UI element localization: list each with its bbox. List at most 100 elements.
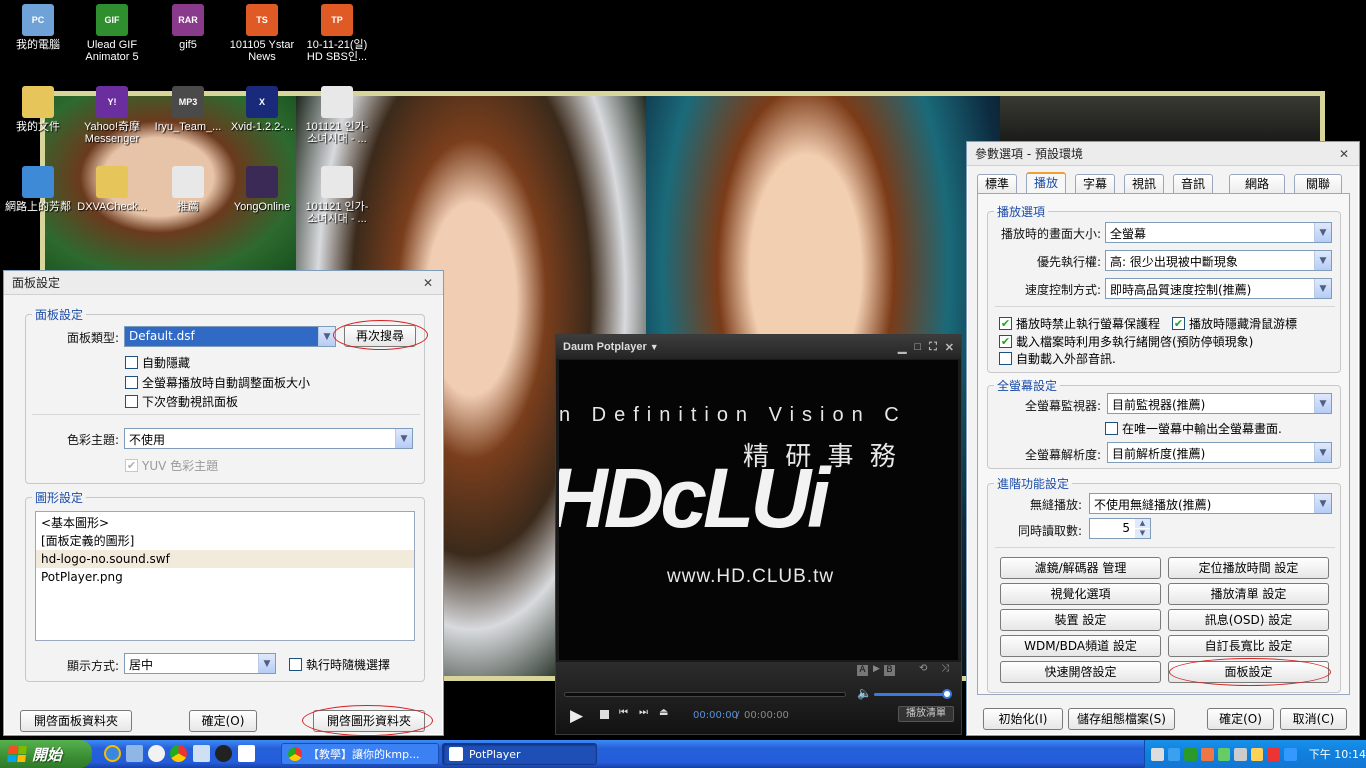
seamless-select[interactable]: 不使用無縫播放(推薦) ▼ (1089, 493, 1332, 514)
next-video-panel-checkbox[interactable]: 下次啓動視訊面板 (125, 393, 238, 410)
ab-repeat-b[interactable]: B (884, 665, 895, 676)
app-tray-icon[interactable] (1217, 747, 1231, 761)
priority-select[interactable]: 高: 很少出現被中斷現象 ▼ (1105, 250, 1332, 271)
playlist-button[interactable]: 播放清單 (898, 706, 954, 722)
network-icon[interactable] (1167, 747, 1181, 761)
open-graphics-folder-button[interactable]: 開啓圖形資料夾 (313, 710, 425, 732)
start-button[interactable]: 開始 (0, 740, 92, 768)
app-icon[interactable] (215, 745, 232, 762)
desktop-icon[interactable]: 101121 인가- 소녀시대 - ... (299, 166, 375, 225)
feature-button-2[interactable]: 視覺化選項 (1000, 583, 1161, 605)
h-icon[interactable] (1184, 747, 1197, 761)
close-icon[interactable]: ✕ (945, 341, 954, 354)
chevron-down-icon[interactable]: ▼ (258, 654, 275, 673)
tab-1[interactable]: 播放 (1026, 172, 1066, 194)
list-item[interactable]: [面板定義的圖形] (36, 532, 414, 550)
previous-icon[interactable]: ⏮ (619, 707, 628, 718)
feature-button-8[interactable]: 快速開啓設定 (1000, 661, 1161, 683)
chevron-down-icon[interactable]: ▼ (318, 327, 335, 346)
preferences-titlebar[interactable]: 參數選項 - 預設環境 ✕ (967, 142, 1359, 166)
desktop-icon[interactable]: TS 101105 Ystar News (224, 4, 300, 63)
repeat-icon[interactable]: ⟲ (919, 663, 927, 674)
desktop-icon[interactable]: DXVACheck... (74, 166, 150, 213)
hide-cursor-checkbox[interactable]: ✔ 播放時隱藏滑鼠游標 (1172, 315, 1297, 332)
research-button[interactable]: 再次搜尋 (344, 325, 416, 347)
desktop-icon[interactable]: 網路上的芳鄰 (0, 166, 76, 213)
tab-5[interactable]: 網路 (1229, 174, 1285, 194)
feature-button-7[interactable]: 自訂長寬比 設定 (1168, 635, 1329, 657)
list-item[interactable]: PotPlayer.png (36, 568, 414, 586)
feature-button-1[interactable]: 定位播放時間 設定 (1168, 557, 1329, 579)
tab-3[interactable]: 視訊 (1124, 174, 1164, 194)
app-tray-icon[interactable] (1234, 747, 1247, 761)
checkbox-box[interactable] (1105, 422, 1118, 435)
yuv-theme-checkbox[interactable]: ✔ YUV 色彩主題 (125, 457, 218, 474)
volume-icon[interactable]: 🔈 (857, 686, 872, 700)
desktop-icon[interactable]: RAR gif5 (150, 4, 226, 51)
checkbox-box[interactable] (125, 356, 138, 369)
close-icon[interactable]: ✕ (1337, 147, 1351, 161)
speed-control-select[interactable]: 即時高品質速度控制(推薦) ▼ (1105, 278, 1332, 299)
feature-button-5[interactable]: 訊息(OSD) 設定 (1168, 609, 1329, 631)
next-icon[interactable]: ⏭ (639, 707, 648, 718)
tab-4[interactable]: 音訊 (1173, 174, 1213, 194)
chevron-down-icon[interactable]: ▼ (1314, 279, 1331, 298)
desktop-icon[interactable]: X Xvid-1.2.2-... (224, 86, 300, 133)
checkbox-box[interactable] (125, 376, 138, 389)
potplayer-quicklaunch-icon[interactable] (238, 745, 255, 762)
spin-down-icon[interactable]: ▼ (1135, 529, 1150, 538)
desktop-icon[interactable]: YongOnline (224, 166, 300, 213)
desktop-icon[interactable]: 101121 인가- 소녀시대 - ... (299, 86, 375, 145)
spin-up-icon[interactable]: ▲ (1135, 519, 1150, 528)
chrome-icon[interactable] (170, 745, 187, 762)
checkbox-box[interactable] (999, 352, 1012, 365)
auto-hide-checkbox[interactable]: 自動隱藏 (125, 354, 190, 371)
tab-2[interactable]: 字幕 (1075, 174, 1115, 194)
display-mode-select[interactable]: 居中 ▼ (124, 653, 276, 674)
volume-knob[interactable] (942, 689, 952, 699)
seek-bar[interactable] (564, 692, 846, 697)
read-count-spinner[interactable]: 5 ▲ ▼ (1089, 518, 1151, 539)
fullscreen-icon[interactable]: ⛶ (929, 341, 937, 354)
maximize-icon[interactable]: □ (914, 341, 921, 354)
stop-icon[interactable] (600, 710, 609, 719)
tab-6[interactable]: 關聯 (1294, 174, 1342, 194)
cancel-button[interactable]: 取消(C) (1280, 708, 1347, 730)
play-icon[interactable]: ▶ (570, 706, 583, 726)
chevron-down-icon[interactable]: ▼ (1314, 251, 1331, 270)
chevron-down-icon[interactable]: ▼ (1314, 443, 1331, 462)
taskbar-task-potplayer[interactable]: PotPlayer (442, 743, 597, 765)
shuffle-icon[interactable]: ⤨ (941, 663, 949, 674)
chevron-down-icon[interactable]: ▼ (650, 342, 659, 352)
checkbox-box[interactable]: ✔ (999, 317, 1012, 330)
single-monitor-output-checkbox[interactable]: 在唯一螢幕中輸出全螢幕畫面. (1105, 420, 1282, 437)
block-screensaver-checkbox[interactable]: ✔ 播放時禁止執行螢幕保護程 (999, 315, 1160, 332)
feature-button-3[interactable]: 播放清單 設定 (1168, 583, 1329, 605)
external-audio-checkbox[interactable]: 自動載入外部音訊. (999, 350, 1116, 367)
chevron-down-icon[interactable]: ▼ (1314, 394, 1331, 413)
show-desktop-icon[interactable] (126, 745, 143, 762)
feature-button-4[interactable]: 裝置 設定 (1000, 609, 1161, 631)
list-item[interactable]: <基本圖形> (36, 514, 414, 532)
fullscreen-resolution-select[interactable]: 目前解析度(推薦) ▼ (1107, 442, 1332, 463)
desktop-icon[interactable]: Y! Yahoo!奇摩 Messenger (74, 86, 150, 145)
volume-icon[interactable] (1250, 747, 1264, 761)
security-icon[interactable] (1200, 747, 1214, 761)
tab-0[interactable]: 標準 (977, 174, 1017, 194)
ok-button[interactable]: 確定(O) (1207, 708, 1274, 730)
feature-button-6[interactable]: WDM/BDA頻道 設定 (1000, 635, 1161, 657)
desktop-icon[interactable]: 推薦 (150, 166, 226, 213)
checkbox-box[interactable]: ✔ (999, 335, 1012, 348)
feature-button-9[interactable]: 面板設定 (1168, 661, 1329, 683)
screen-size-select[interactable]: 全螢幕 ▼ (1105, 222, 1332, 243)
minimize-icon[interactable]: ▁ (898, 341, 906, 354)
desktop-icon[interactable]: GIF Ulead GIF Animator 5 (74, 4, 150, 63)
ok-button[interactable]: 確定(O) (189, 710, 257, 732)
graphics-listbox[interactable]: <基本圖形> [面板定義的圖形] hd-logo-no.sound.swf Po… (35, 511, 415, 641)
feature-button-0[interactable]: 濾鏡/解碼器 管理 (1000, 557, 1161, 579)
eject-icon[interactable]: ⏏ (659, 707, 668, 718)
checkbox-box[interactable] (125, 395, 138, 408)
checkbox-box[interactable]: ✔ (125, 459, 138, 472)
panel-settings-titlebar[interactable]: 面板設定 ✕ (4, 271, 443, 295)
app-tray-icon[interactable] (1267, 747, 1281, 761)
